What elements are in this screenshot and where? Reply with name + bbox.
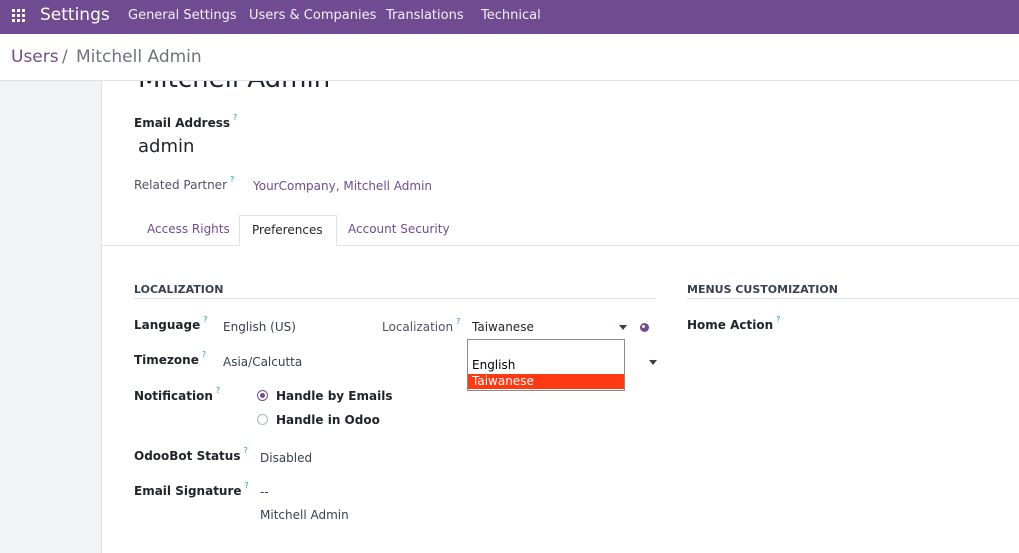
localization-label: Localization?: [382, 317, 460, 334]
localization-dropdown-list: English Taiwanese: [467, 339, 625, 391]
help-tooltip-icon[interactable]: ?: [243, 446, 247, 455]
email-signature-line-2[interactable]: Mitchell Admin: [260, 508, 349, 522]
localization-label-text: Localization: [382, 320, 454, 334]
tab-account-security[interactable]: Account Security: [336, 215, 462, 245]
language-label-text: Language: [134, 318, 201, 332]
help-tooltip-icon[interactable]: ?: [776, 315, 780, 324]
email-address-label: Email Address?: [134, 113, 237, 130]
email-signature-label: Email Signature?: [134, 481, 249, 498]
app-title[interactable]: Settings: [40, 5, 110, 25]
help-tooltip-icon[interactable]: ?: [456, 317, 460, 326]
localization-chevron-down-icon[interactable]: [619, 325, 627, 330]
breadcrumb-current: Mitchell Admin: [76, 47, 202, 67]
notification-label-text: Notification: [134, 389, 213, 403]
dropdown-option-taiwanese[interactable]: Taiwanese: [468, 374, 624, 389]
tab-preferences[interactable]: Preferences: [239, 215, 337, 246]
form-view: Mitchell Admin Email Address? admin Rela…: [0, 81, 1019, 553]
dropdown-option-english[interactable]: English: [468, 358, 624, 373]
odoobot-status-label: OdooBot Status?: [134, 446, 248, 463]
dropdown-option-empty[interactable]: [468, 343, 624, 358]
apps-grid-icon[interactable]: [12, 9, 26, 23]
related-partner-label: Related Partner?: [134, 175, 234, 192]
help-tooltip-icon[interactable]: ?: [203, 315, 207, 324]
help-tooltip-icon[interactable]: ?: [202, 350, 206, 359]
menu-translations[interactable]: Translations: [386, 8, 464, 23]
breadcrumb-separator: /: [62, 47, 68, 67]
timezone-select[interactable]: Asia/Calcutta: [223, 355, 302, 369]
radio-handle-by-emails[interactable]: [257, 390, 268, 401]
home-action-label-text: Home Action: [687, 318, 774, 332]
localization-section-title: LOCALIZATION: [134, 283, 224, 296]
email-address-label-text: Email Address: [134, 116, 231, 130]
menu-general-settings[interactable]: General Settings: [128, 8, 237, 23]
menus-customization-divider: [687, 298, 1019, 299]
email-signature-line-1[interactable]: --: [260, 485, 269, 499]
help-tooltip-icon[interactable]: ?: [245, 481, 249, 490]
form-sheet: Mitchell Admin Email Address? admin Rela…: [101, 81, 1019, 553]
timezone-chevron-down-icon[interactable]: [649, 360, 657, 365]
language-label: Language?: [134, 315, 208, 332]
globe-icon[interactable]: [640, 323, 649, 332]
radio-handle-by-emails-label[interactable]: Handle by Emails: [276, 389, 392, 403]
email-signature-label-text: Email Signature: [134, 484, 242, 498]
help-tooltip-icon[interactable]: ?: [230, 175, 234, 184]
radio-handle-in-odoo[interactable]: [257, 414, 268, 425]
breadcrumb-users[interactable]: Users: [11, 47, 59, 67]
related-partner-link[interactable]: YourCompany, Mitchell Admin: [253, 179, 432, 193]
notification-label: Notification?: [134, 386, 220, 403]
localization-divider: [134, 298, 656, 299]
menu-users-companies[interactable]: Users & Companies: [249, 8, 376, 23]
timezone-label-text: Timezone: [134, 353, 199, 367]
menu-technical[interactable]: Technical: [481, 8, 541, 23]
menus-customization-section-title: MENUS CUSTOMIZATION: [687, 283, 838, 296]
radio-handle-in-odoo-label[interactable]: Handle in Odoo: [276, 413, 380, 427]
related-partner-label-text: Related Partner: [134, 178, 227, 192]
help-tooltip-icon[interactable]: ?: [216, 386, 220, 395]
control-panel: Users / Mitchell Admin: [0, 34, 1019, 81]
top-navbar: Settings General Settings Users & Compan…: [0, 0, 1019, 34]
localization-select[interactable]: Taiwanese: [472, 320, 534, 334]
odoobot-status-value: Disabled: [260, 451, 313, 465]
email-address-field[interactable]: admin: [138, 136, 194, 157]
tab-access-rights[interactable]: Access Rights: [135, 215, 242, 245]
odoobot-status-label-text: OdooBot Status: [134, 449, 241, 463]
user-name-heading: Mitchell Admin: [138, 81, 330, 94]
language-field[interactable]: English (US): [223, 320, 296, 334]
timezone-label: Timezone?: [134, 350, 206, 367]
help-tooltip-icon[interactable]: ?: [233, 113, 237, 122]
home-action-label: Home Action?: [687, 315, 780, 332]
